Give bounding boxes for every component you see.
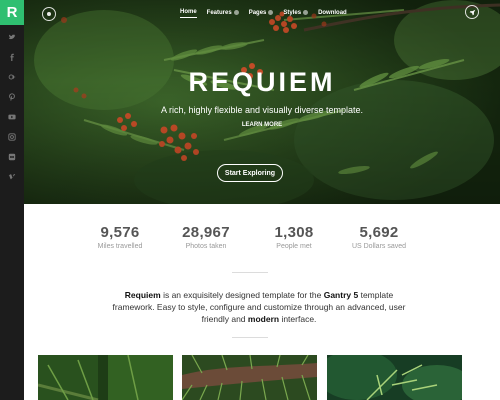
nav-label: Features <box>206 9 232 16</box>
nav-label: Pages <box>248 9 267 16</box>
vimeo-link[interactable] <box>0 167 24 187</box>
main-nav: Home Features Pages Styles Download <box>180 9 347 18</box>
stat-label: US Dollars saved <box>351 243 407 250</box>
hero-section: Home Features Pages Styles Download REQU… <box>24 0 500 204</box>
nav-item-styles[interactable]: Styles <box>283 9 309 18</box>
google-plus-icon <box>8 74 16 80</box>
logo[interactable]: R <box>0 0 24 25</box>
gallery-thumbnail[interactable] <box>38 355 173 400</box>
stat-value: 5,692 <box>359 224 399 241</box>
stat-label: People met <box>276 243 312 250</box>
stat-label: Photos taken <box>185 243 227 250</box>
youtube-link[interactable] <box>0 107 24 127</box>
logo-letter: R <box>6 4 18 21</box>
hero-title: REQUIEM <box>188 67 336 97</box>
intro-text: is an exquisitely designed template for … <box>160 290 324 300</box>
nav-item-features[interactable]: Features <box>207 9 239 18</box>
gallery-thumbnail[interactable] <box>327 355 462 400</box>
pinterest-link[interactable] <box>0 87 24 107</box>
divider <box>232 337 268 338</box>
emphasis-text: modern <box>247 314 280 324</box>
youtube-icon <box>8 114 16 120</box>
social-links <box>0 27 24 187</box>
brand-name: Requiem <box>124 290 161 300</box>
flickr-icon <box>8 153 16 161</box>
intro-text: interface. <box>279 314 317 324</box>
nav-label: Home <box>180 9 197 15</box>
divider <box>232 272 268 273</box>
stat-value: 9,576 <box>100 224 140 241</box>
rocket-icon <box>469 9 475 15</box>
nav-item-download[interactable]: Download <box>318 9 347 18</box>
stat-item: 1,308 People met <box>249 224 339 250</box>
flickr-link[interactable] <box>0 147 24 167</box>
google-plus-link[interactable] <box>0 67 24 87</box>
stat-item: 9,576 Miles travelled <box>75 224 165 250</box>
button-label: Start Exploring <box>224 169 276 177</box>
nav-label: Styles <box>283 9 302 16</box>
nav-label: Download <box>318 9 347 16</box>
twitter-icon <box>8 34 16 40</box>
stat-value: 28,967 <box>182 224 230 241</box>
dropdown-icon <box>303 10 309 15</box>
stat-item: 28,967 Photos taken <box>161 224 251 250</box>
menu-toggle-button[interactable] <box>42 7 56 21</box>
start-exploring-button[interactable]: Start Exploring <box>217 164 283 182</box>
thumbnail-image <box>38 355 173 400</box>
stats-section: 9,576 Miles travelled 28,967 Photos take… <box>24 224 500 254</box>
learn-more-link[interactable]: LEARN MORE <box>24 122 500 128</box>
menu-dot-icon <box>47 12 51 16</box>
hero-subtitle: A rich, highly flexible and visually div… <box>160 105 364 115</box>
twitter-link[interactable] <box>0 27 24 47</box>
stat-label: Miles travelled <box>97 243 143 250</box>
vimeo-icon <box>8 174 16 180</box>
facebook-link[interactable] <box>0 47 24 67</box>
product-name: Gantry 5 <box>323 290 359 300</box>
instagram-link[interactable] <box>0 127 24 147</box>
instagram-icon <box>8 133 16 141</box>
pinterest-icon <box>9 93 15 101</box>
thumbnail-image <box>182 355 317 400</box>
social-sidebar: R <box>0 0 24 400</box>
stat-value: 1,308 <box>274 224 314 241</box>
stat-item: 5,692 US Dollars saved <box>334 224 424 250</box>
intro-paragraph: Requiem is an exquisitely designed templ… <box>104 289 414 325</box>
gallery-thumbnail[interactable] <box>182 355 317 400</box>
dropdown-icon <box>268 10 274 15</box>
dropdown-icon <box>233 10 239 15</box>
page: R Home Features Pages Styles Download RE… <box>0 0 500 400</box>
nav-item-home[interactable]: Home <box>180 9 197 18</box>
nav-item-pages[interactable]: Pages <box>249 9 274 18</box>
facebook-icon <box>10 53 14 61</box>
thumbnail-image <box>327 355 462 400</box>
navigation-toggle-button[interactable] <box>465 5 479 19</box>
